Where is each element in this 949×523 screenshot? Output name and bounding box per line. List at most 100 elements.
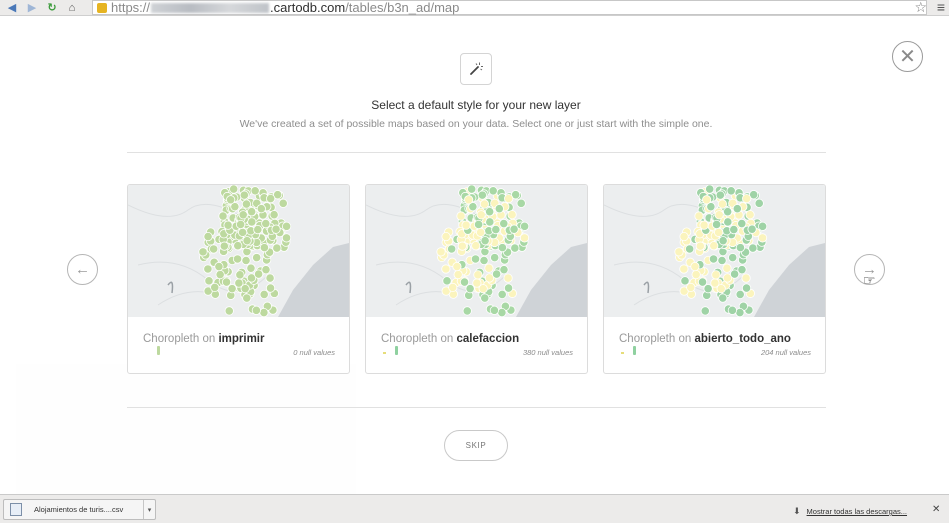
map-point [722, 263, 732, 273]
map-point [516, 198, 526, 208]
map-point [497, 289, 507, 300]
map-point [484, 263, 494, 273]
map-point [250, 186, 260, 196]
map-preview [366, 185, 587, 317]
map-point [448, 282, 458, 293]
forward-arrow-icon[interactable]: ▶ [24, 1, 40, 15]
modal-subtitle: We've created a set of possible maps bas… [239, 118, 713, 130]
null-values-count: 204 null values [760, 348, 811, 357]
lock-icon [97, 2, 107, 13]
prev-button[interactable]: ← [67, 254, 98, 285]
card-label: Choropleth on abierto_todo_ano [619, 333, 791, 345]
map-point [238, 227, 248, 237]
map-point [215, 269, 225, 280]
legend-swatch-low [621, 352, 624, 354]
map-point [702, 195, 712, 205]
show-all-downloads-link[interactable]: ⬇ Mostrar todas las descargas... [793, 506, 907, 517]
map-point [694, 211, 704, 221]
map-point [266, 194, 276, 204]
map-point [480, 293, 490, 303]
arrow-left-icon: ← [75, 261, 90, 278]
map-point [459, 277, 470, 287]
map-point [240, 284, 250, 294]
map-point [441, 231, 451, 242]
url-path: /tables/b3n_ad/map [345, 0, 460, 15]
top-divider [127, 152, 826, 153]
map-point [726, 186, 736, 196]
map-point [716, 284, 726, 294]
map-point [479, 199, 490, 209]
map-point [241, 199, 252, 209]
legend-swatch [157, 346, 160, 355]
reload-icon[interactable]: ↻ [44, 1, 60, 15]
download-bar: Alojamientos de turis....csv ▾ ⬇ Mostrar… [0, 494, 949, 523]
bookmark-star-icon[interactable]: ☆ [914, 0, 927, 16]
map-point [504, 194, 514, 204]
bottom-divider [127, 407, 826, 408]
map-point [723, 207, 733, 217]
map-point [737, 265, 747, 275]
map-point [461, 220, 471, 230]
map-point [497, 243, 507, 253]
map-point [705, 185, 715, 194]
map-point [265, 273, 275, 283]
map-point [238, 210, 248, 220]
map-point [265, 283, 276, 293]
map-point [503, 273, 513, 283]
home-icon[interactable]: ⌂ [64, 1, 80, 15]
map-point [745, 210, 755, 220]
map-point [478, 284, 488, 294]
download-file-name: Alojamientos de turis....csv [34, 505, 124, 514]
map-point [218, 211, 228, 221]
map-point [737, 218, 747, 229]
style-card-abierto-todo-ano[interactable]: Choropleth on abierto_todo_ano 204 null … [603, 184, 826, 374]
map-point [754, 198, 764, 208]
map-point [452, 261, 462, 272]
close-icon[interactable]: ✕ [932, 504, 940, 515]
map-point [221, 277, 232, 287]
map-point [714, 227, 724, 237]
map-point [224, 306, 234, 316]
download-item[interactable]: Alojamientos de turis....csv ▾ [3, 499, 156, 520]
chevron-down-icon[interactable]: ▾ [143, 500, 155, 519]
map-point [509, 224, 519, 234]
browser-toolbar: ◀ ▶ ↻ ⌂ https:// .cartodb.com /tables/b3… [0, 0, 949, 16]
map-point [214, 261, 224, 272]
map-point [239, 190, 249, 200]
url-host: .cartodb.com [270, 0, 346, 15]
map-point [519, 221, 530, 231]
map-point [714, 210, 724, 220]
back-arrow-icon[interactable]: ◀ [4, 1, 20, 15]
style-card-calefaccion[interactable]: Choropleth on calefaccion 380 null value… [365, 184, 588, 374]
map-point [488, 186, 498, 196]
map-point [204, 276, 214, 286]
map-point [494, 204, 504, 214]
card-label: Choropleth on calefaccion [381, 333, 520, 345]
style-card-imprimir[interactable]: Choropleth on imprimir 0 null values [127, 184, 350, 374]
close-icon: ✕ [899, 45, 916, 68]
card-label: Choropleth on imprimir [143, 333, 265, 345]
map-point [718, 236, 728, 246]
map-point [229, 185, 239, 194]
url-protocol: https:// [111, 0, 151, 15]
map-point [447, 244, 457, 254]
map-point [271, 224, 281, 234]
menu-icon[interactable]: ≡ [937, 0, 945, 15]
map-point [209, 244, 219, 254]
address-bar[interactable]: https:// .cartodb.com /tables/b3n_ad/map [92, 0, 927, 15]
map-preview [128, 185, 349, 317]
map-point [741, 273, 751, 283]
map-point [247, 207, 257, 217]
map-point [467, 185, 477, 194]
close-button[interactable]: ✕ [892, 41, 923, 72]
map-point [485, 207, 495, 217]
map-point [489, 305, 499, 315]
map-point [203, 231, 213, 242]
map-point [241, 255, 251, 266]
map-point [697, 277, 708, 287]
skip-button[interactable]: SKIP [444, 430, 508, 461]
map-point [456, 211, 466, 221]
map-point [492, 269, 502, 279]
legend-swatch-high [395, 346, 398, 355]
map-point [210, 282, 220, 293]
